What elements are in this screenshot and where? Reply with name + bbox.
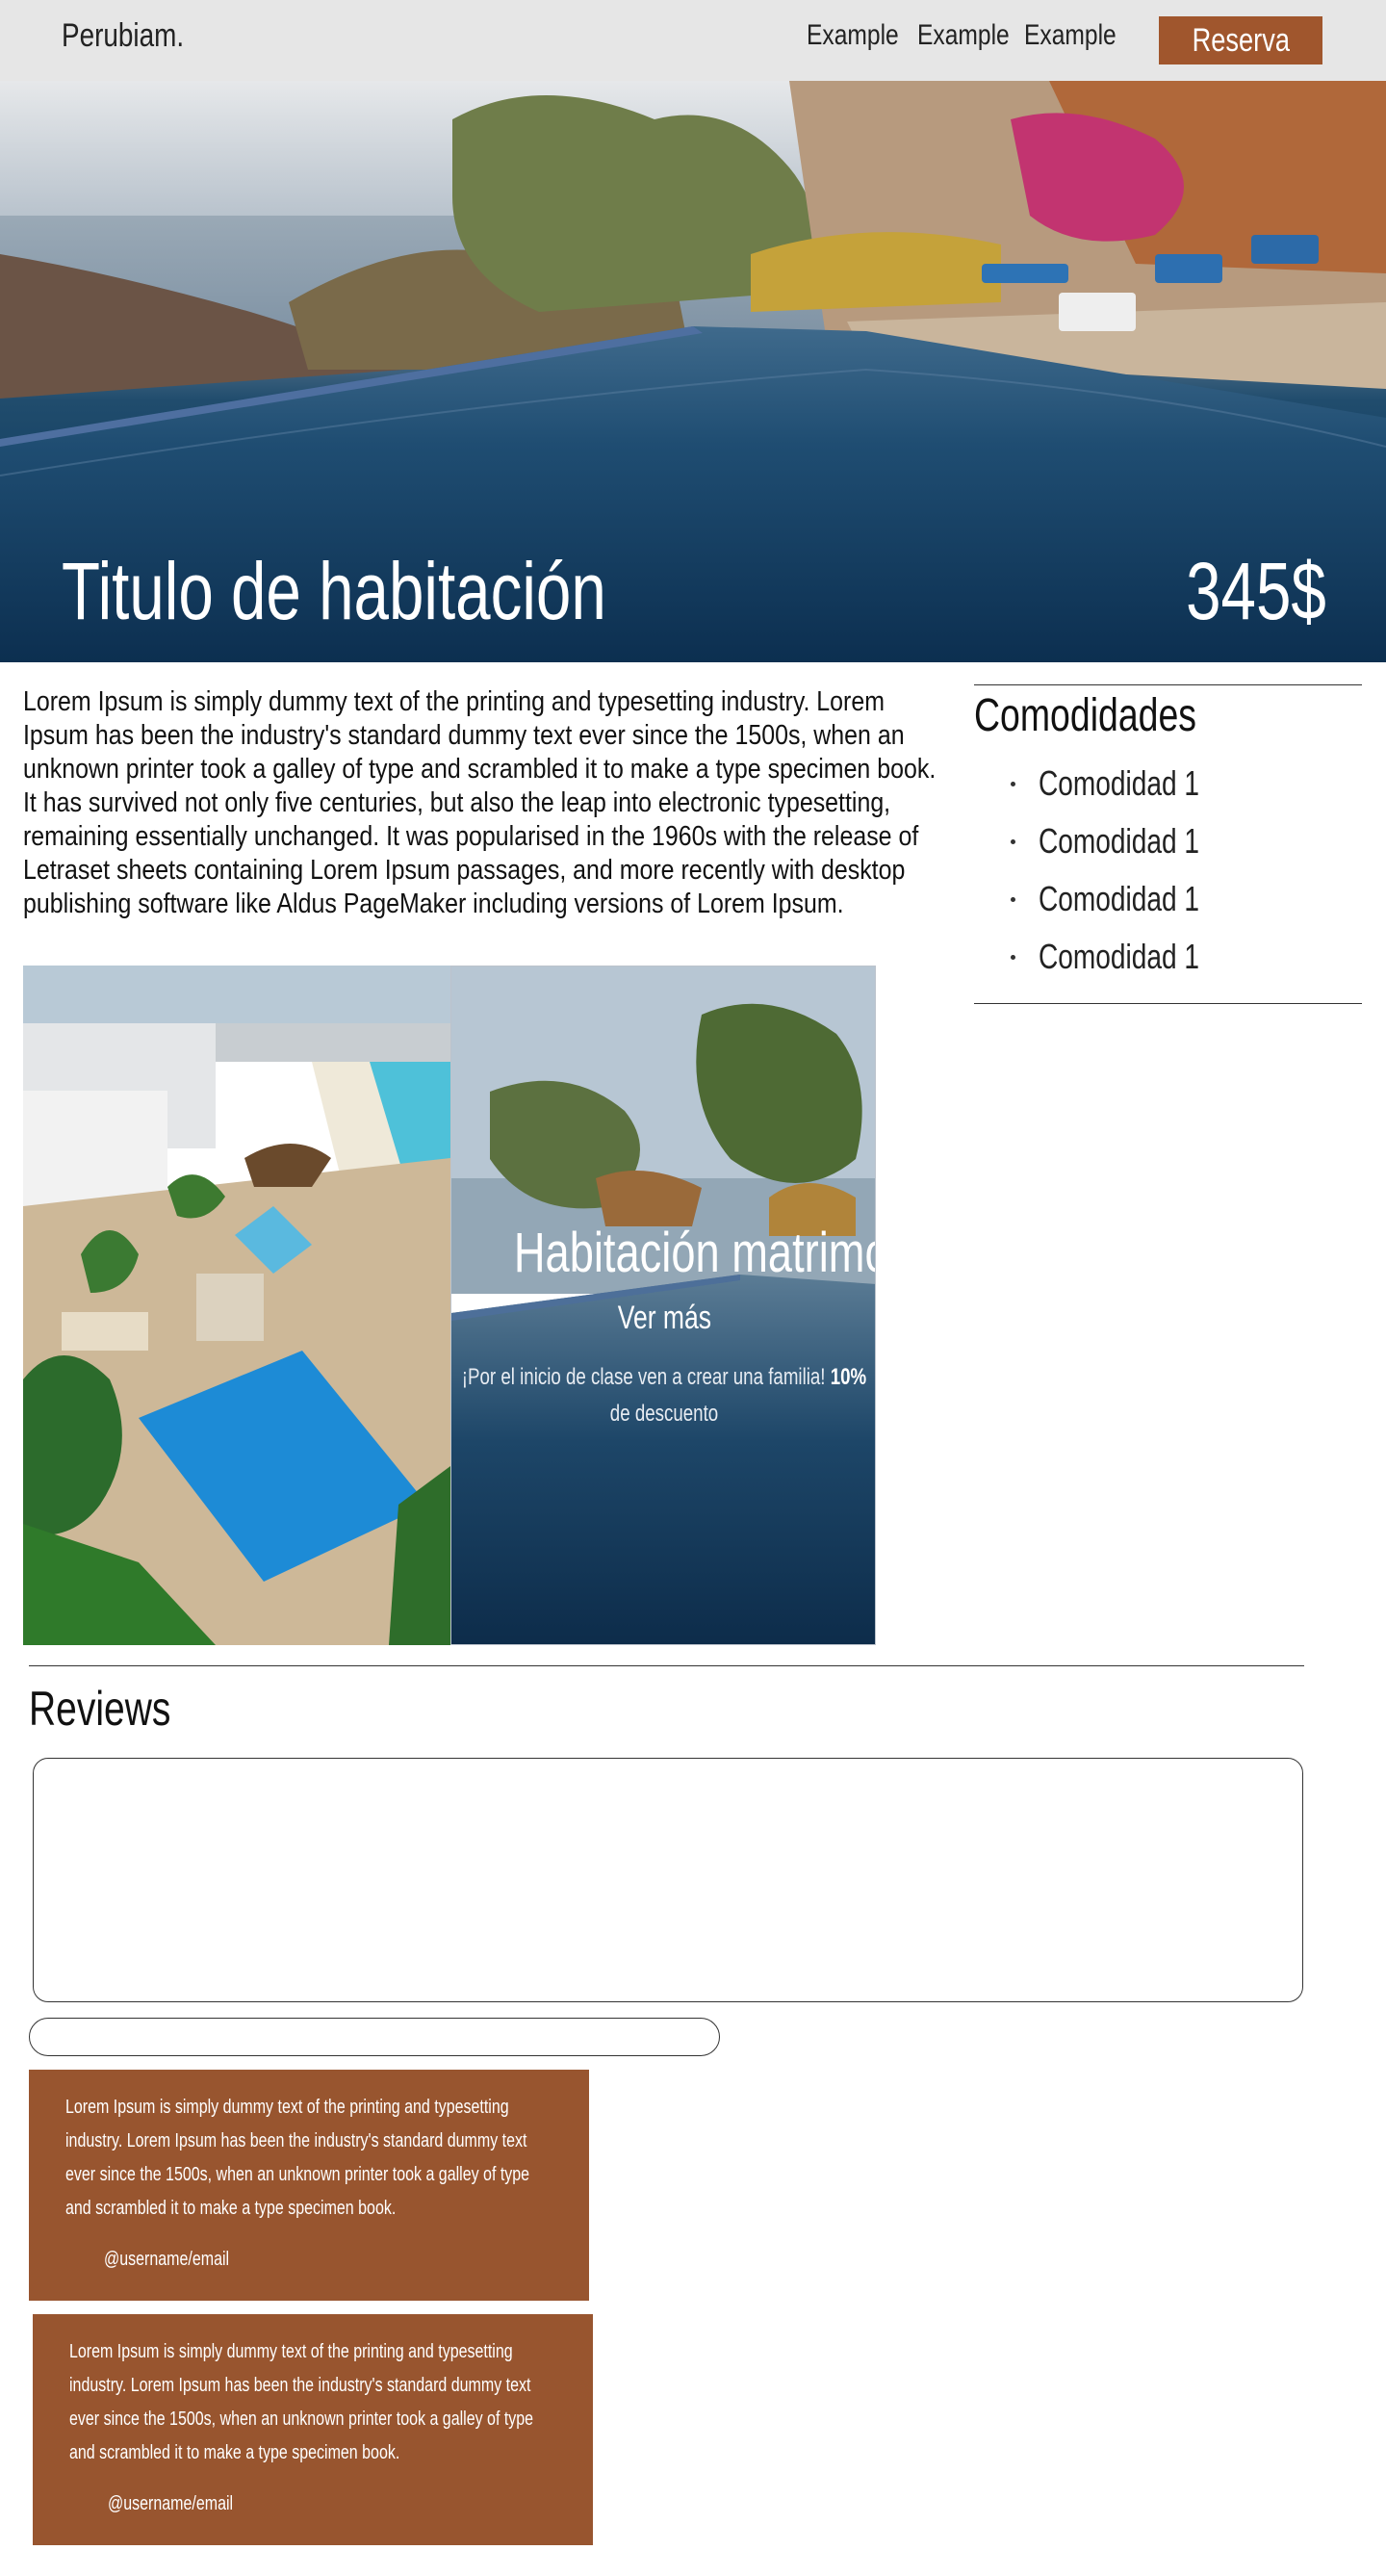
review-textarea[interactable] (33, 1758, 1303, 2002)
amenity-label: Comodidad 1 (1039, 937, 1200, 976)
review-card: Lorem Ipsum is simply dummy text of the … (33, 2314, 593, 2545)
review-card: Lorem Ipsum is simply dummy text of the … (29, 2070, 589, 2301)
gallery-room-card[interactable]: Habitación matrimonial Ver más ¡Por el i… (450, 966, 876, 1645)
see-more-label: Ver más (617, 1300, 711, 1336)
review-text: Lorem Ipsum is simply dummy text of the … (65, 2097, 530, 2219)
promo-message: ¡Por el inicio de clase ven a crear una … (461, 1364, 826, 1390)
gallery-resort-image (23, 966, 450, 1645)
review-user: @username/email (104, 2249, 230, 2270)
promo-suffix: de descuento (609, 1401, 719, 1427)
amenity-label: Comodidad 1 (1039, 763, 1200, 803)
room-description-text: Lorem Ipsum is simply dummy text of the … (23, 686, 937, 919)
see-more-link[interactable]: Ver más (451, 1300, 875, 1337)
resort-aerial-image (23, 966, 450, 1645)
bullet-icon (1011, 838, 1015, 844)
amenity-item: Comodidad 1 (1011, 928, 1245, 986)
amenities-bottom-divider (974, 1003, 1362, 1004)
room-title: Titulo de habitación (62, 546, 606, 636)
reserve-button-label: Reserva (1192, 21, 1290, 59)
amenities-top-divider (974, 684, 1362, 685)
room-price: 345$ (1186, 546, 1326, 636)
navbar: Perubiam. Example Example Example Reserv… (0, 0, 1386, 81)
nav-link-1[interactable]: Example (807, 19, 899, 52)
bullet-icon (1011, 781, 1015, 786)
gallery-room-title: Habitación matrimonial (451, 1221, 875, 1285)
review-username-input[interactable] (29, 2018, 720, 2056)
amenity-label: Comodidad 1 (1039, 821, 1200, 861)
logo[interactable]: Perubiam. (62, 17, 184, 55)
review-text: Lorem Ipsum is simply dummy text of the … (69, 2341, 534, 2463)
nav-link-3[interactable]: Example (1024, 19, 1116, 52)
review-user: @username/email (108, 2493, 234, 2514)
bullet-icon (1011, 954, 1015, 960)
reviews-title: Reviews (29, 1682, 171, 1736)
amenities-title: Comodidades (974, 690, 1197, 741)
reviews-divider (29, 1665, 1304, 1666)
reserve-button[interactable]: Reserva (1159, 16, 1322, 64)
promo-text: ¡Por el inicio de clase ven a crear una … (461, 1359, 867, 1432)
gallery-room-title-text: Habitación matrimonial (513, 1222, 875, 1284)
nav-link-2[interactable]: Example (917, 19, 1010, 52)
amenity-label: Comodidad 1 (1039, 879, 1200, 918)
amenities-list: Comodidad 1 Comodidad 1 Comodidad 1 Como… (1011, 755, 1245, 986)
hero-banner: Titulo de habitación 345$ (0, 81, 1386, 662)
amenity-item: Comodidad 1 (1011, 812, 1245, 870)
amenity-item: Comodidad 1 (1011, 755, 1245, 812)
bullet-icon (1011, 896, 1015, 902)
promo-inner: ¡Por el inicio de clase ven a crear una … (461, 1359, 866, 1432)
promo-discount: 10% (830, 1364, 867, 1390)
amenity-item: Comodidad 1 (1011, 870, 1245, 928)
room-description: Lorem Ipsum is simply dummy text of the … (23, 685, 947, 921)
